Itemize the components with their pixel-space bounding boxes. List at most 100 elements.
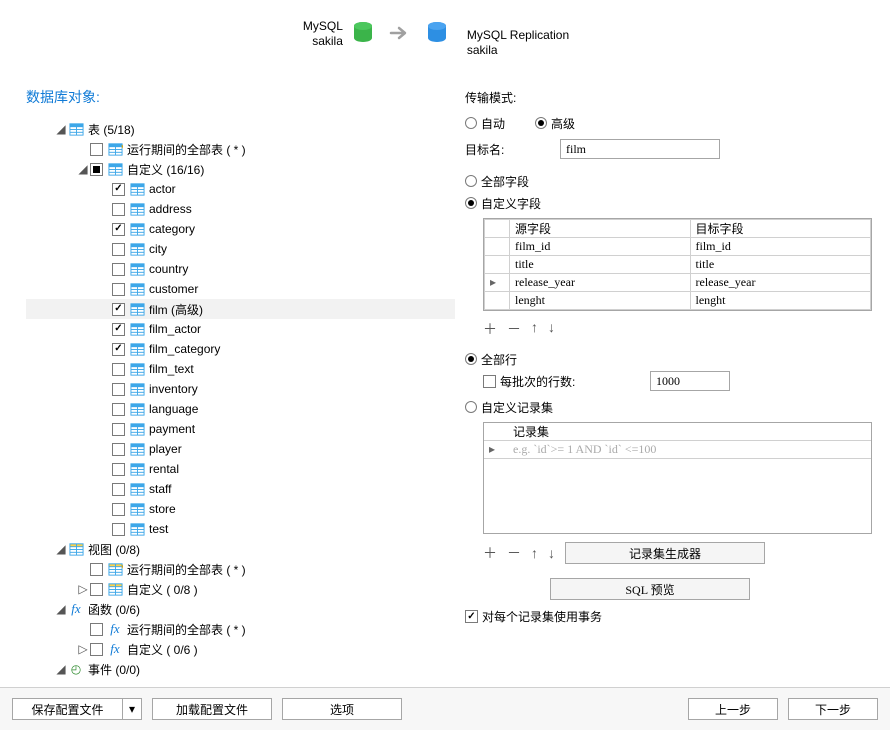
tree-row[interactable]: ◢自定义 (16/16) xyxy=(26,159,455,179)
expand-icon[interactable]: ◢ xyxy=(54,662,68,676)
tree-row[interactable]: inventory xyxy=(26,379,455,399)
field-row[interactable]: titletitle xyxy=(485,256,871,274)
tree-row[interactable]: address xyxy=(26,199,455,219)
add-icon[interactable]: ＋ xyxy=(483,319,497,339)
tree-row[interactable]: ★运行期间的全部表 ( * ) xyxy=(26,559,455,579)
tree-row[interactable]: ◢◴事件 (0/0) xyxy=(26,659,455,679)
batch-checkbox[interactable] xyxy=(483,375,496,388)
move-up-icon[interactable]: ↑ xyxy=(531,545,538,561)
tree-checkbox[interactable] xyxy=(112,443,125,456)
target-name-input[interactable] xyxy=(560,139,720,159)
use-transaction-checkbox[interactable] xyxy=(465,610,478,623)
expand-icon[interactable]: ▷ xyxy=(76,582,90,596)
object-tree[interactable]: ◢表 (5/18)★运行期间的全部表 ( * )◢自定义 (16/16)acto… xyxy=(26,119,455,687)
remove-icon[interactable]: － xyxy=(507,319,521,339)
tree-row[interactable]: ▷自定义 ( 0/8 ) xyxy=(26,579,455,599)
batch-size-input[interactable] xyxy=(650,371,730,391)
tree-checkbox[interactable] xyxy=(112,523,125,536)
tree-row[interactable]: rental xyxy=(26,459,455,479)
recordset-table[interactable]: 记录集 ▸e.g. `id`>= 1 AND `id` <=100 xyxy=(483,422,872,534)
add-icon[interactable]: ＋ xyxy=(483,543,497,563)
recordset-column: 记录集 xyxy=(508,423,871,441)
prev-button[interactable]: 上一步 xyxy=(688,698,778,720)
next-button[interactable]: 下一步 xyxy=(788,698,878,720)
tree-row[interactable]: film_text xyxy=(26,359,455,379)
tree-checkbox[interactable] xyxy=(112,183,125,196)
expand-icon[interactable]: ◢ xyxy=(54,542,68,556)
tree-row[interactable]: language xyxy=(26,399,455,419)
tree-checkbox[interactable] xyxy=(112,283,125,296)
tree-row[interactable]: actor xyxy=(26,179,455,199)
tree-row[interactable]: player xyxy=(26,439,455,459)
expand-icon[interactable]: ▷ xyxy=(76,642,90,656)
expand-icon[interactable]: ◢ xyxy=(54,602,68,616)
rows-custom-radio[interactable] xyxy=(465,401,477,413)
tree-label: category xyxy=(149,222,195,236)
transfer-advanced-radio[interactable] xyxy=(535,117,547,129)
tree-row[interactable]: ◢fx函数 (0/6) xyxy=(26,599,455,619)
tree-row[interactable]: staff xyxy=(26,479,455,499)
tree-checkbox[interactable] xyxy=(112,463,125,476)
field-row[interactable]: ▸release_yearrelease_year xyxy=(485,274,871,292)
tree-row[interactable]: country xyxy=(26,259,455,279)
tree-checkbox[interactable] xyxy=(90,143,103,156)
transfer-auto-radio[interactable] xyxy=(465,117,477,129)
fx-icon: fx xyxy=(107,641,123,657)
move-up-icon[interactable]: ↑ xyxy=(531,319,538,339)
tree-checkbox[interactable] xyxy=(112,243,125,256)
save-profile-button[interactable]: 保存配置文件 xyxy=(12,698,123,720)
field-row[interactable]: lenghtlenght xyxy=(485,292,871,310)
field-toolbar: ＋ － ↑ ↓ xyxy=(483,319,872,339)
tree-checkbox[interactable] xyxy=(112,203,125,216)
tree-checkbox[interactable] xyxy=(112,483,125,496)
rows-all-radio[interactable] xyxy=(465,353,477,365)
field-mapping-table[interactable]: 源字段目标字段film_idfilm_idtitletitle▸release_… xyxy=(483,218,872,311)
tree-row[interactable]: ★运行期间的全部表 ( * ) xyxy=(26,139,455,159)
tree-checkbox[interactable] xyxy=(112,303,125,316)
tree-checkbox[interactable] xyxy=(112,503,125,516)
tree-row[interactable]: fx运行期间的全部表 ( * ) xyxy=(26,619,455,639)
save-profile-dropdown[interactable]: ▾ xyxy=(123,698,142,720)
tree-row[interactable]: film_actor xyxy=(26,319,455,339)
tree-row[interactable]: payment xyxy=(26,419,455,439)
tree-checkbox[interactable] xyxy=(90,163,103,176)
tree-row[interactable]: ◢表 (5/18) xyxy=(26,119,455,139)
fields-all-radio[interactable] xyxy=(465,175,477,187)
load-profile-button[interactable]: 加载配置文件 xyxy=(152,698,272,720)
tree-checkbox[interactable] xyxy=(112,383,125,396)
tree-checkbox[interactable] xyxy=(112,223,125,236)
recordset-builder-button[interactable]: 记录集生成器 xyxy=(565,542,765,564)
sql-preview-button[interactable]: SQL 预览 xyxy=(550,578,750,600)
tree-row[interactable]: ◢视图 (0/8) xyxy=(26,539,455,559)
tree-checkbox[interactable] xyxy=(112,363,125,376)
tree-checkbox[interactable] xyxy=(112,423,125,436)
tree-row[interactable]: city xyxy=(26,239,455,259)
remove-icon[interactable]: － xyxy=(507,543,521,563)
tree-row[interactable]: customer xyxy=(26,279,455,299)
tree-row[interactable]: ▷fx自定义 ( 0/6 ) xyxy=(26,639,455,659)
tree-checkbox[interactable] xyxy=(90,623,103,636)
move-down-icon[interactable]: ↓ xyxy=(548,319,555,339)
table-icon xyxy=(129,181,145,197)
tree-row[interactable]: test xyxy=(26,519,455,539)
options-button[interactable]: 选项 xyxy=(282,698,402,720)
move-down-icon[interactable]: ↓ xyxy=(548,545,555,561)
tree-checkbox[interactable] xyxy=(90,563,103,576)
tree-row[interactable]: film_category xyxy=(26,339,455,359)
tree-checkbox[interactable] xyxy=(112,323,125,336)
tree-checkbox[interactable] xyxy=(112,403,125,416)
tree-checkbox[interactable] xyxy=(90,643,103,656)
recordset-placeholder[interactable]: e.g. `id`>= 1 AND `id` <=100 xyxy=(508,441,871,459)
tree-checkbox[interactable] xyxy=(112,263,125,276)
fx-icon: fx xyxy=(68,601,84,617)
tree-row[interactable]: film (高级) xyxy=(26,299,455,319)
fields-custom-radio[interactable] xyxy=(465,197,477,209)
tree-row[interactable]: store xyxy=(26,499,455,519)
tree-checkbox[interactable] xyxy=(112,343,125,356)
tree-label: inventory xyxy=(149,382,198,396)
expand-icon[interactable]: ◢ xyxy=(76,162,90,176)
expand-icon[interactable]: ◢ xyxy=(54,122,68,136)
field-row[interactable]: film_idfilm_id xyxy=(485,238,871,256)
tree-row[interactable]: category xyxy=(26,219,455,239)
tree-checkbox[interactable] xyxy=(90,583,103,596)
